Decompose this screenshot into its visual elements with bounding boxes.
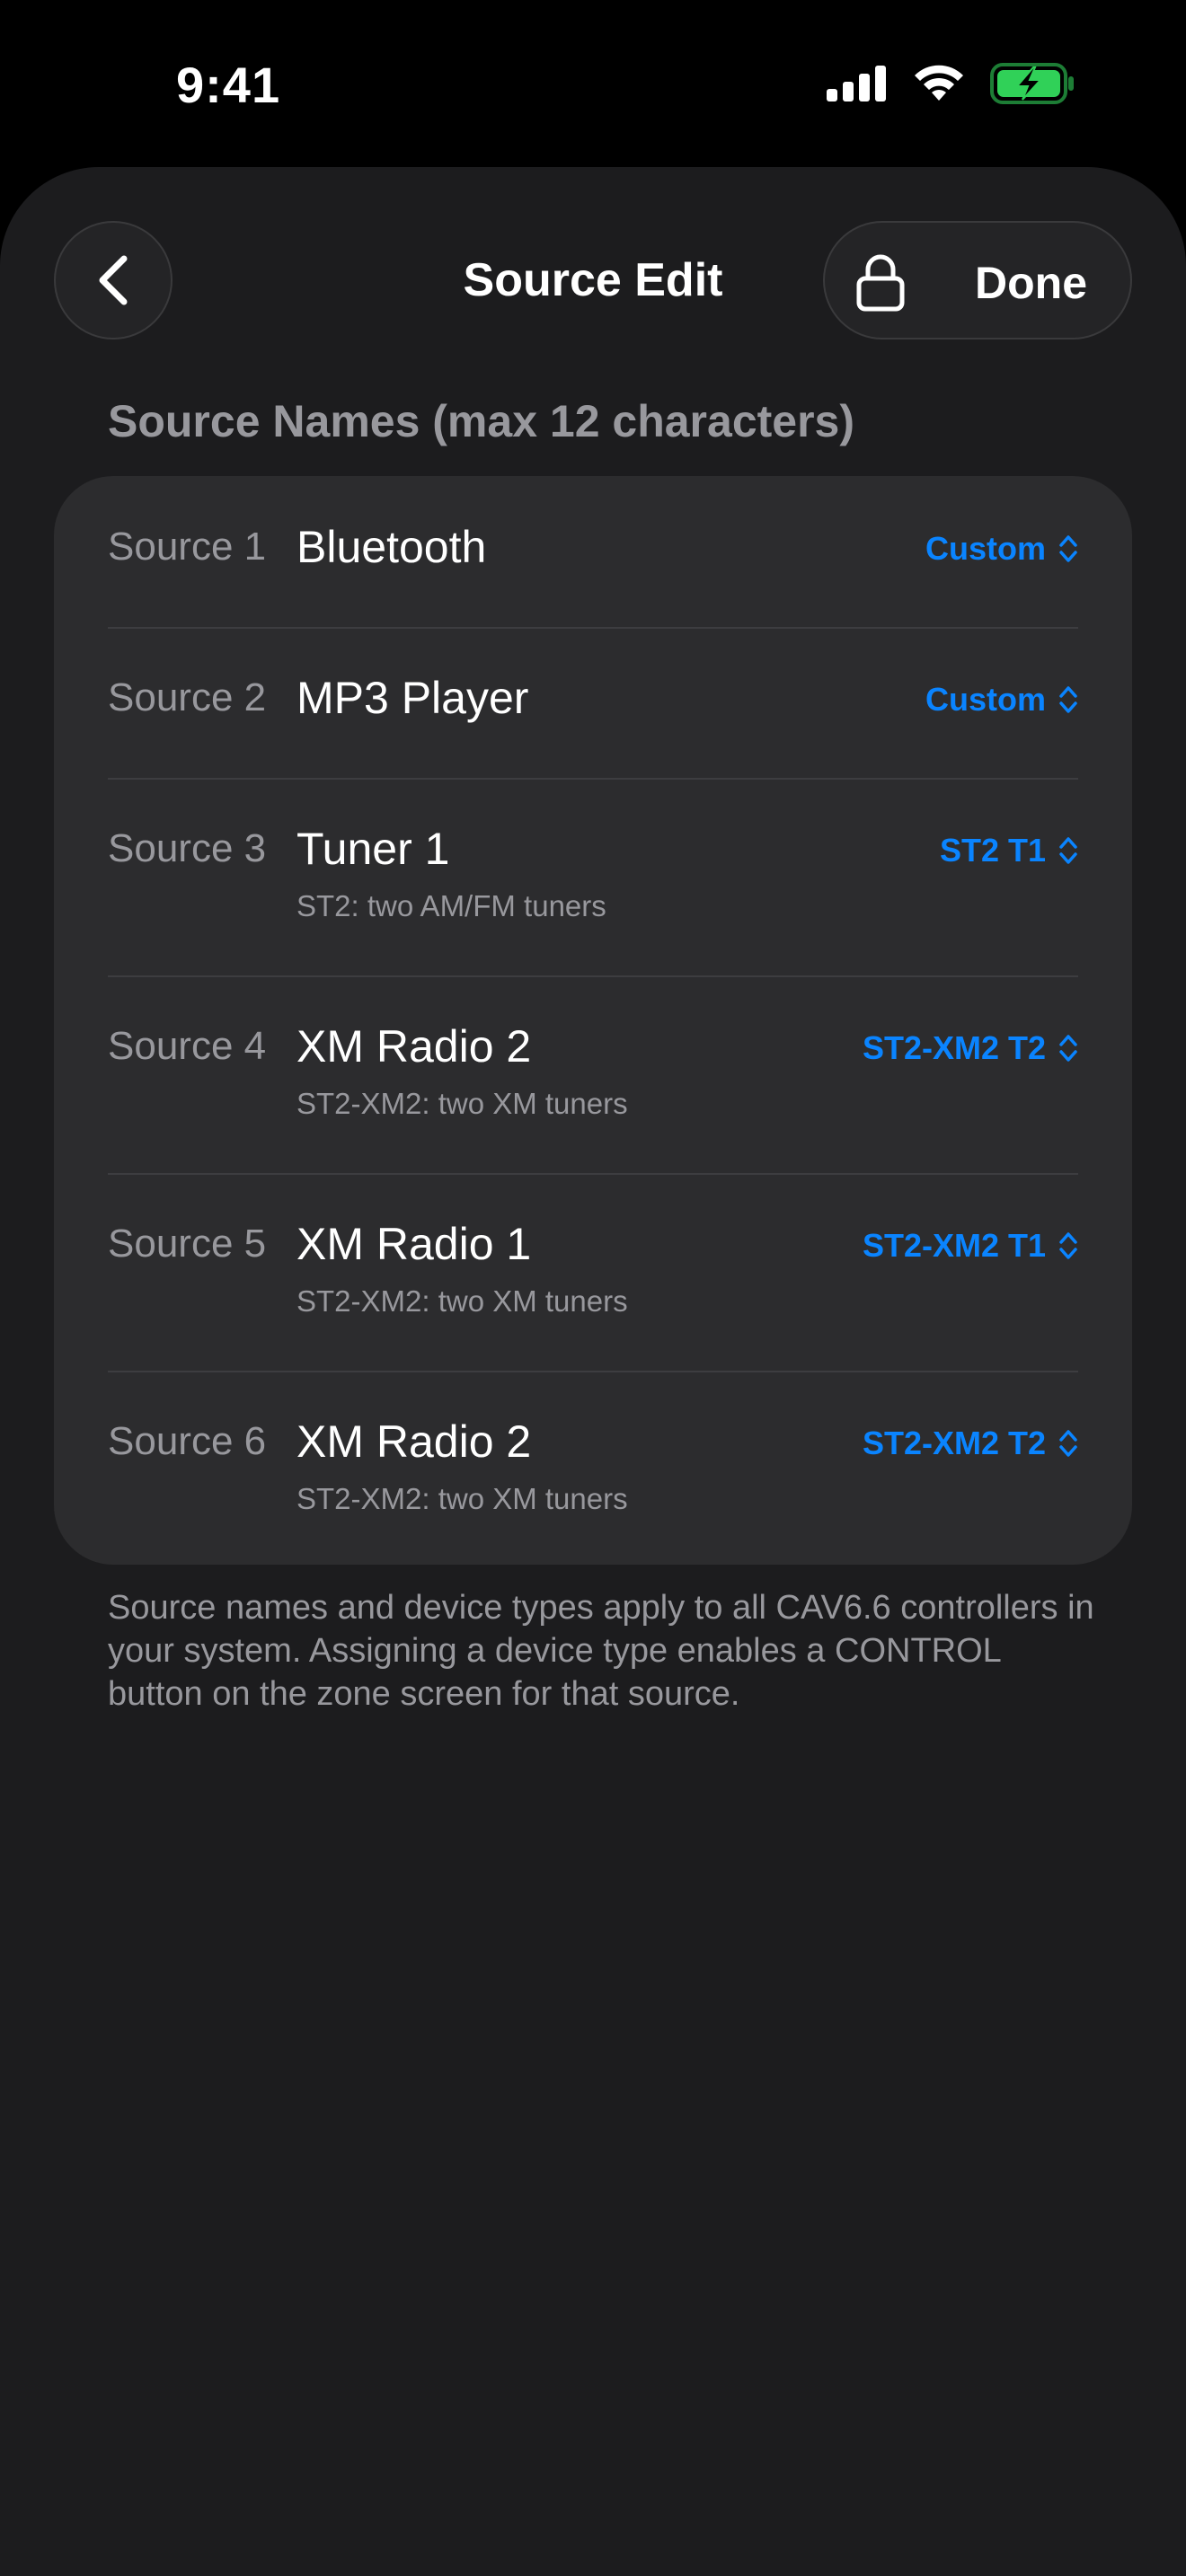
source-row: Source 4 XM Radio 2 ST2-XM2: two XM tune… (54, 977, 1132, 1173)
source-name-field[interactable]: Bluetooth (296, 521, 486, 573)
source-edit-sheet: Source Edit Done Source Names (max 12 ch… (0, 167, 1186, 2576)
device-type-description: ST2-XM2: two XM tuners (296, 1087, 628, 1120)
chevron-up-down-icon (1059, 1430, 1077, 1457)
source-name-field[interactable]: XM Radio 1 (296, 1218, 531, 1270)
source-name-field[interactable]: XM Radio 2 (296, 1416, 531, 1468)
status-icons (827, 63, 1075, 104)
device-type-picker[interactable]: ST2-XM2 T1 (863, 1227, 1078, 1265)
device-type-picker[interactable]: ST2-XM2 T2 (863, 1029, 1078, 1067)
source-row: Source 2 MP3 Player Custom (54, 629, 1132, 778)
battery-charging-icon (990, 63, 1074, 104)
source-row: Source 6 XM Radio 2 ST2-XM2: two XM tune… (54, 1372, 1132, 1565)
device-type-description: ST2-XM2: two XM tuners (296, 1284, 628, 1318)
source-name-field[interactable]: Tuner 1 (296, 823, 449, 875)
device-type-value: ST2 T1 (939, 832, 1046, 869)
done-button[interactable]: Done (823, 221, 1132, 340)
cellular-signal-icon (827, 66, 886, 101)
source-row: Source 1 Bluetooth Custom (54, 476, 1132, 627)
lock-icon (856, 254, 905, 312)
device-type-picker[interactable]: ST2 T1 (940, 832, 1078, 869)
device-type-value: ST2-XM2 T2 (862, 1029, 1046, 1066)
chevron-up-down-icon (1059, 1035, 1077, 1062)
device-type-value: ST2-XM2 T1 (862, 1227, 1046, 1264)
device-type-picker[interactable]: ST2-XM2 T2 (863, 1425, 1078, 1462)
device-type-value: ST2-XM2 T2 (862, 1425, 1046, 1461)
device-type-picker[interactable]: Custom (925, 681, 1078, 719)
device-type-value: Custom (925, 681, 1046, 718)
chevron-up-down-icon (1059, 837, 1077, 864)
source-row: Source 5 XM Radio 1 ST2-XM2: two XM tune… (54, 1175, 1132, 1371)
source-label: Source 3 (108, 826, 267, 870)
source-name-field[interactable]: MP3 Player (296, 672, 528, 724)
source-label: Source 5 (108, 1222, 267, 1266)
source-label: Source 2 (108, 675, 267, 719)
source-name-field[interactable]: XM Radio 2 (296, 1020, 531, 1072)
source-label: Source 1 (108, 525, 267, 569)
wifi-icon (915, 65, 963, 101)
chevron-up-down-icon (1059, 1232, 1077, 1259)
chevron-up-down-icon (1059, 686, 1077, 713)
done-button-label: Done (975, 258, 1087, 308)
source-label: Source 4 (108, 1024, 267, 1068)
device-type-description: ST2: two AM/FM tuners (296, 889, 606, 922)
device-type-value: Custom (925, 530, 1046, 567)
footer-note: Source names and device types apply to a… (108, 1589, 1094, 1713)
status-time: 9:41 (176, 57, 281, 113)
device-type-picker[interactable]: Custom (925, 530, 1078, 568)
chevron-up-down-icon (1059, 535, 1077, 562)
source-row: Source 3 Tuner 1 ST2: two AM/FM tuners S… (54, 780, 1132, 975)
source-label: Source 6 (108, 1419, 267, 1463)
status-bar: 9:41 (0, 0, 1186, 167)
section-header: Source Names (max 12 characters) (108, 396, 855, 446)
source-list: Source 1 Bluetooth Custom Source 2 MP3 P… (54, 476, 1132, 1565)
device-type-description: ST2-XM2: two XM tuners (296, 1482, 628, 1515)
